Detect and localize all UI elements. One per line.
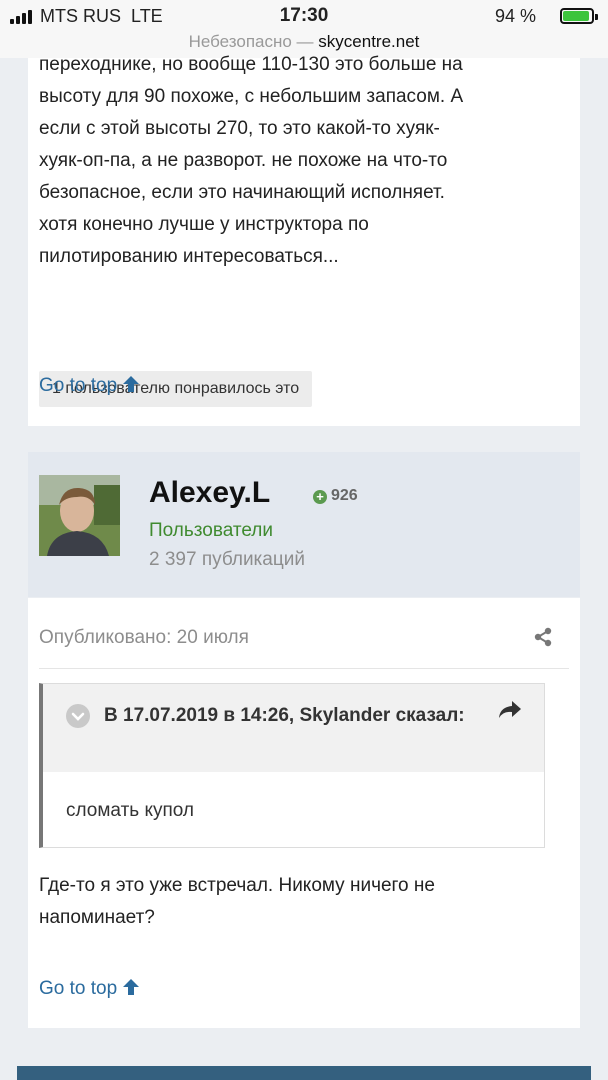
- text-line: если с этой высоты 270, то это какой-то …: [39, 118, 440, 139]
- text-line: хотя конечно лучше у инструктора по: [39, 214, 369, 235]
- user-group: Пользователи: [149, 520, 274, 541]
- post-text: Где-то я это уже встречал. Никому ничего…: [39, 870, 559, 934]
- previous-post-text: переходнике, но вообще 110-130 это больш…: [39, 49, 463, 273]
- previous-post-card: переходнике, но вообще 110-130 это больш…: [28, 54, 580, 426]
- text-line: хуяк-оп-па, а не разворот. не похоже на …: [39, 150, 448, 171]
- next-section-header: [17, 1066, 591, 1080]
- text-line: пилотированию интересоваться...: [39, 246, 339, 267]
- battery-percent: 94 %: [494, 6, 536, 26]
- go-to-top-label: Go to top: [39, 375, 118, 396]
- text-line: безопасное, если это начинающий исполняе…: [39, 182, 445, 203]
- share-icon[interactable]: [534, 627, 552, 647]
- reputation-count: 926: [331, 487, 358, 504]
- quote-text: сломать купол: [66, 800, 195, 821]
- go-to-top-link[interactable]: Go to top: [39, 375, 140, 399]
- divider: [39, 668, 569, 669]
- author-panel: Alexey.L +926 Пользователи 2 397 публика…: [28, 452, 580, 597]
- avatar[interactable]: [39, 475, 120, 556]
- battery-icon: [560, 8, 598, 24]
- post-card: Опубликовано: 20 июля В 17.07.2019 в 14:…: [28, 598, 580, 1028]
- go-to-top-label: Go to top: [39, 978, 118, 999]
- post-date: Опубликовано: 20 июля: [39, 627, 249, 648]
- plus-icon: +: [313, 490, 327, 504]
- status-bar: MTS RUS LTE 17:30 94 %: [0, 0, 608, 32]
- quote-block: В 17.07.2019 в 14:26, Skylander сказал: …: [39, 683, 545, 848]
- text-line: высоту для 90 похоже, с небольшим запасо…: [39, 86, 464, 107]
- go-to-quoted-post-icon[interactable]: [498, 700, 522, 720]
- post-count: 2 397 публикаций: [149, 549, 305, 570]
- go-to-top-link[interactable]: Go to top: [39, 978, 140, 1002]
- text-line: Где-то я это уже встречал. Никому ничего…: [39, 875, 435, 896]
- arrow-up-icon: [122, 375, 140, 399]
- quote-header[interactable]: В 17.07.2019 в 14:26, Skylander сказал:: [43, 684, 544, 772]
- arrow-up-icon: [122, 978, 140, 1002]
- quote-citation: В 17.07.2019 в 14:26, Skylander сказал:: [104, 705, 465, 726]
- author-name[interactable]: Alexey.L: [149, 476, 270, 510]
- reputation-badge: +926: [313, 487, 358, 505]
- text-line: напоминает?: [39, 907, 155, 928]
- text-line: переходнике, но вообще 110-130 это больш…: [39, 54, 463, 75]
